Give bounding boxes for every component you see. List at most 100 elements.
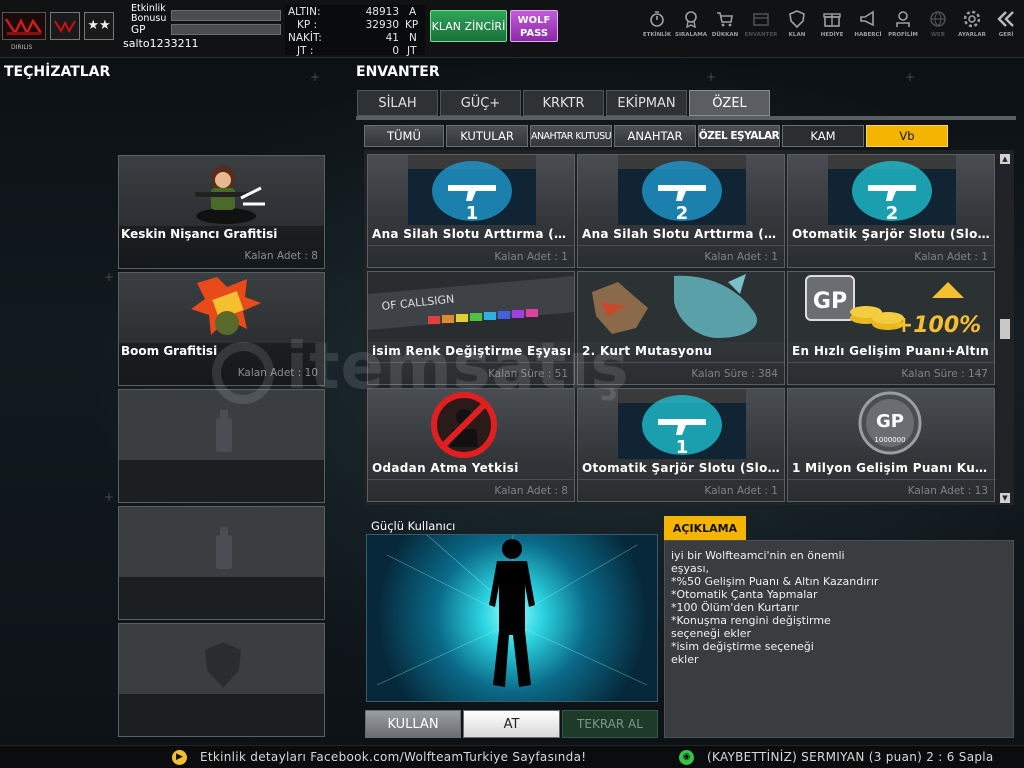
tab-krktr[interactable]: KRKTR bbox=[523, 90, 604, 116]
decor-plus: + bbox=[706, 70, 717, 84]
at-button[interactable]: AT bbox=[463, 710, 560, 738]
techizatlar-title: TEÇHİZATLAR bbox=[4, 64, 111, 80]
ticker-message-2: (KAYBETTİNİZ) SERMIYAN (3 puan) 2 : 6 Sa… bbox=[707, 750, 994, 764]
player-name: salto1233211 bbox=[123, 37, 199, 50]
item-card[interactable]: 1 Ana Silah Slotu Arttırma (Sil... Kalan… bbox=[367, 154, 575, 268]
nav-haberci[interactable]: HABERCİ bbox=[850, 10, 886, 50]
tab-ozel[interactable]: ÖZEL bbox=[689, 90, 770, 116]
item-card[interactable]: 2 Ana Silah Slotu Arttırma (Sil... Kalan… bbox=[577, 154, 785, 268]
event-icon: ▶ bbox=[172, 750, 187, 765]
rank-stars-icon: ★★ bbox=[84, 12, 114, 40]
item-name: Otomatik Şarjör Slotu (Slot 1) bbox=[582, 461, 782, 475]
soldier-silhouette-image bbox=[376, 535, 648, 687]
wolf-pass-label-2: PASS bbox=[519, 28, 549, 39]
item-count: Kalan Adet : 1 bbox=[914, 251, 988, 263]
nakit-value: 41 bbox=[385, 32, 399, 44]
watermark-text: itemsatış bbox=[286, 330, 630, 404]
nav-web[interactable]: WEB bbox=[920, 10, 956, 50]
nav-etkinlik[interactable]: ETKİNLİK bbox=[639, 10, 675, 50]
klan-zinciri-label: KLAN ZİNCİRİ bbox=[431, 19, 506, 33]
item-card[interactable]: GP +100% En Hızlı Gelişim Puanı+Altın Ka… bbox=[787, 271, 995, 385]
subtab-anahtar[interactable]: ANAHTAR bbox=[614, 125, 696, 147]
tab-silah[interactable]: SİLAH bbox=[357, 90, 438, 116]
wolf-pass-button[interactable]: WOLF PASS bbox=[510, 10, 558, 42]
shield-icon bbox=[205, 642, 241, 688]
equip-slot-empty-shield[interactable] bbox=[118, 623, 325, 737]
equip-slot-empty-spray[interactable] bbox=[118, 389, 325, 503]
gp-bar bbox=[171, 24, 281, 35]
subtab-anahtar-kutusu[interactable]: ANAHTAR KUTUSU bbox=[530, 125, 612, 147]
scroll-up-icon[interactable]: ▲ bbox=[1000, 154, 1010, 164]
preview-label: Güçlü Kullanıcı bbox=[371, 519, 456, 533]
ranking-icon bbox=[685, 11, 697, 28]
nav-profilim[interactable]: PROFİLİM bbox=[885, 10, 921, 50]
gift-icon bbox=[823, 13, 841, 27]
equip-slot-empty-spray[interactable] bbox=[118, 506, 325, 620]
spray-can-icon bbox=[216, 527, 232, 569]
tab-ekipman[interactable]: EKİPMAN bbox=[606, 90, 687, 116]
item-name: Odadan Atma Yetkisi bbox=[372, 461, 519, 475]
item-divider bbox=[368, 479, 574, 480]
item-name: Ana Silah Slotu Arttırma (Sil... bbox=[582, 227, 782, 241]
item-divider bbox=[368, 245, 574, 246]
clan-logo: DIRILIS bbox=[2, 12, 46, 51]
subtab-kutular[interactable]: KUTULAR bbox=[446, 125, 528, 147]
nav-label: ETKİNLİK bbox=[642, 32, 672, 38]
item-card[interactable]: 1 Otomatik Şarjör Slotu (Slot 1) Kalan A… bbox=[577, 388, 785, 502]
equip-slot-1[interactable]: Keskin Nişancı Grafitisi Kalan Adet : 8 bbox=[118, 155, 325, 269]
nav-geri[interactable]: GERİ bbox=[990, 10, 1022, 50]
tab-guc[interactable]: GÜÇ+ bbox=[440, 90, 521, 116]
gp-label: GP bbox=[131, 24, 146, 36]
item-count: Kalan Süre : 384 bbox=[691, 368, 778, 380]
item-card[interactable]: GP 1000000 1 Milyon Gelişim Puanı Kup...… bbox=[787, 388, 995, 502]
item-divider bbox=[788, 362, 994, 363]
decor-plus: + bbox=[104, 490, 115, 504]
item-name: En Hızlı Gelişim Puanı+Altın bbox=[792, 344, 989, 358]
item-badge: 1 bbox=[466, 203, 479, 224]
gear-icon bbox=[963, 10, 981, 28]
slot-band bbox=[119, 460, 324, 502]
gp-gold-boost-image: GP +100% bbox=[788, 272, 994, 342]
item-scrollbar[interactable]: ▲ ▼ bbox=[999, 153, 1011, 505]
altin-label: ALTIN: bbox=[288, 6, 321, 18]
weapon-slot-image: 2 bbox=[618, 155, 746, 225]
kullan-button[interactable]: KULLAN bbox=[365, 710, 461, 738]
weapon-slot-image: 1 bbox=[408, 155, 536, 225]
klan-zinciri-button[interactable]: KLAN ZİNCİRİ bbox=[430, 10, 507, 42]
description-line: *Otomatik Çanta Yapmalar bbox=[671, 588, 818, 601]
clan-tag: DIRILIS bbox=[11, 44, 33, 51]
subtab-ozel-esyalar[interactable]: ÖZEL EŞYALAR bbox=[698, 125, 780, 147]
subtab-kam[interactable]: KAM bbox=[782, 125, 864, 147]
nav-hediye[interactable]: HEDİYE bbox=[814, 10, 850, 50]
top-bar: DIRILIS ★★ Etkinlik Bonusu GP salto12332… bbox=[0, 0, 1024, 58]
nav-label: KLAN bbox=[788, 32, 806, 38]
nav-siralama[interactable]: SIRALAMA bbox=[673, 10, 709, 50]
slot-name: Boom Grafitisi bbox=[121, 344, 218, 358]
scroll-down-icon[interactable]: ▼ bbox=[1000, 493, 1010, 503]
nav-ayarlar[interactable]: AYARLAR bbox=[954, 10, 990, 50]
nav-klan[interactable]: KLAN bbox=[779, 10, 815, 50]
decor-plus: + bbox=[104, 270, 115, 284]
scroll-thumb[interactable] bbox=[1000, 319, 1010, 339]
sniper-graffiti-image bbox=[195, 166, 265, 224]
nav-label: AYARLAR bbox=[958, 32, 986, 38]
nav-dukkan[interactable]: DÜKKAN bbox=[707, 10, 743, 50]
match-result-icon: ◉ bbox=[679, 750, 694, 765]
back-icon bbox=[997, 11, 1014, 27]
description-line: *%50 Gelişim Puanı & Altın Kazandırır bbox=[671, 575, 879, 588]
item-count: Kalan Adet : 13 bbox=[907, 485, 988, 497]
aciklama-tab: AÇIKLAMA bbox=[664, 516, 746, 540]
nav-envanter[interactable]: ENVANTER bbox=[743, 10, 779, 50]
subtab-tumu[interactable]: TÜMÜ bbox=[364, 125, 444, 147]
ticker-message-1: Etkinlik detayları Facebook.com/Wolfteam… bbox=[200, 750, 587, 764]
description-line: *Konuşma rengini değiştirme bbox=[671, 614, 831, 627]
item-count: Kalan Süre : 147 bbox=[901, 368, 988, 380]
item-card[interactable]: Odadan Atma Yetkisi Kalan Adet : 8 bbox=[367, 388, 575, 502]
jt-value: 0 bbox=[392, 45, 399, 57]
subtab-vb[interactable]: Vb bbox=[866, 125, 948, 147]
decor-plus: + bbox=[905, 70, 916, 84]
inventory-icon bbox=[753, 13, 769, 26]
item-card[interactable]: 2 Otomatik Şarjör Slotu (Slot 2) Kalan A… bbox=[787, 154, 995, 268]
item-divider bbox=[578, 245, 784, 246]
tekrar-al-button[interactable]: TEKRAR AL bbox=[562, 710, 658, 738]
